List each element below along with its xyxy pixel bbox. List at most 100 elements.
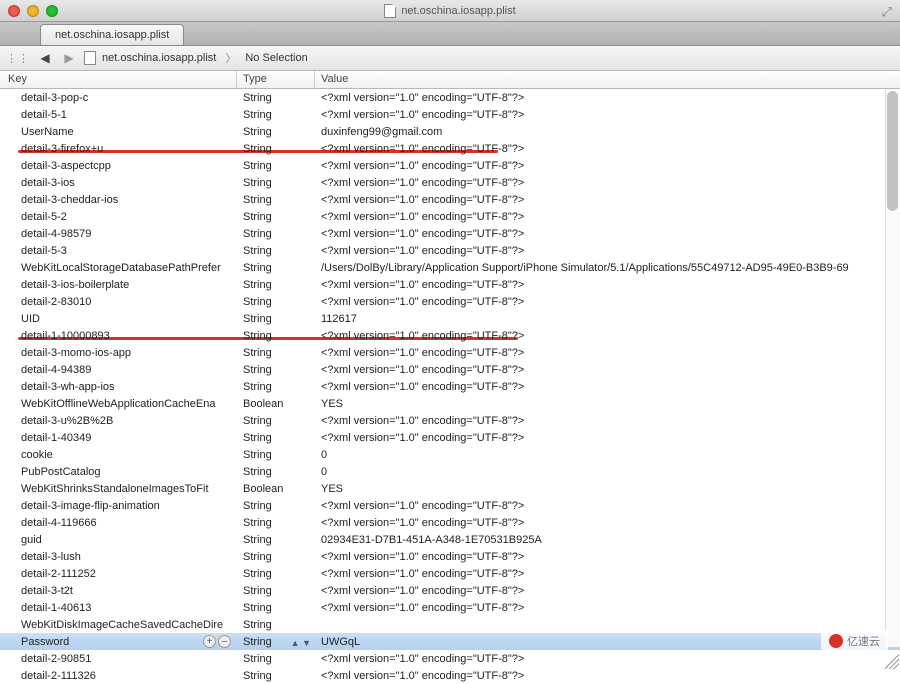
- column-value[interactable]: Value: [315, 71, 900, 88]
- table-row[interactable]: WebKitShrinksStandaloneImagesToFitBoolea…: [0, 480, 900, 497]
- table-row[interactable]: detail-3-image-flip-animationString<?xml…: [0, 497, 900, 514]
- cell-value[interactable]: <?xml version="1.0" encoding="UTF-8"?>: [315, 279, 900, 291]
- cell-type[interactable]: String: [237, 568, 315, 580]
- table-row[interactable]: detail-1-10000893String<?xml version="1.…: [0, 327, 900, 344]
- grip-icon[interactable]: ⋮⋮: [6, 52, 30, 65]
- cell-value[interactable]: <?xml version="1.0" encoding="UTF-8"?>: [315, 500, 900, 512]
- cell-type[interactable]: String: [237, 381, 315, 393]
- table-row[interactable]: detail-3-t2tString<?xml version="1.0" en…: [0, 582, 900, 599]
- cell-type[interactable]: String: [237, 177, 315, 189]
- cell-type[interactable]: String: [237, 313, 315, 325]
- cell-key[interactable]: detail-4-94389: [0, 364, 237, 376]
- table-row[interactable]: detail-4-119666String<?xml version="1.0"…: [0, 514, 900, 531]
- cell-type[interactable]: String: [237, 279, 315, 291]
- cell-key[interactable]: detail-5-1: [0, 109, 237, 121]
- cell-value[interactable]: <?xml version="1.0" encoding="UTF-8"?>: [315, 585, 900, 597]
- cell-value[interactable]: UWGqL: [315, 636, 900, 648]
- expand-icon[interactable]: ⤢: [882, 4, 892, 20]
- cell-key[interactable]: cookie: [0, 449, 237, 461]
- cell-value[interactable]: <?xml version="1.0" encoding="UTF-8"?>: [315, 245, 900, 257]
- table-row[interactable]: detail-1-40613String<?xml version="1.0" …: [0, 599, 900, 616]
- table-row[interactable]: WebKitLocalStorageDatabasePathPreferStri…: [0, 259, 900, 276]
- cell-key[interactable]: WebKitOfflineWebApplicationCacheEna: [0, 398, 237, 410]
- nav-back-icon[interactable]: ◀: [36, 51, 54, 65]
- cell-key[interactable]: UID: [0, 313, 237, 325]
- cell-key[interactable]: detail-4-98579: [0, 228, 237, 240]
- cell-key[interactable]: detail-1-10000893: [0, 330, 237, 342]
- cell-value[interactable]: <?xml version="1.0" encoding="UTF-8"?>: [315, 92, 900, 104]
- table-row[interactable]: detail-4-98579String<?xml version="1.0" …: [0, 225, 900, 242]
- cell-value[interactable]: <?xml version="1.0" encoding="UTF-8"?>: [315, 602, 900, 614]
- cell-value[interactable]: <?xml version="1.0" encoding="UTF-8"?>: [315, 551, 900, 563]
- cell-value[interactable]: <?xml version="1.0" encoding="UTF-8"?>: [315, 517, 900, 529]
- type-stepper-icon[interactable]: ▲ ▼: [291, 638, 311, 648]
- table-row[interactable]: detail-5-2String<?xml version="1.0" enco…: [0, 208, 900, 225]
- cell-value[interactable]: <?xml version="1.0" encoding="UTF-8"?>: [315, 194, 900, 206]
- cell-key[interactable]: WebKitDiskImageCacheSavedCacheDire: [0, 619, 237, 631]
- cell-value[interactable]: duxinfeng99@gmail.com: [315, 126, 900, 138]
- cell-key[interactable]: detail-3-wh-app-ios: [0, 381, 237, 393]
- cell-key[interactable]: detail-3-firefox+u: [0, 143, 237, 155]
- nav-forward-icon[interactable]: ▶: [60, 51, 78, 65]
- cell-key[interactable]: detail-4-119666: [0, 517, 237, 529]
- table-row[interactable]: guidString02934E31-D7B1-451A-A348-1E7053…: [0, 531, 900, 548]
- column-key[interactable]: Key: [0, 71, 237, 88]
- cell-key[interactable]: detail-5-3: [0, 245, 237, 257]
- cell-value[interactable]: 0: [315, 449, 900, 461]
- cell-key[interactable]: guid: [0, 534, 237, 546]
- table-row[interactable]: detail-3-momo-ios-appString<?xml version…: [0, 344, 900, 361]
- cell-type[interactable]: String: [237, 160, 315, 172]
- breadcrumb-file[interactable]: net.oschina.iosapp.plist: [102, 52, 216, 64]
- cell-type[interactable]: String: [237, 466, 315, 478]
- table-row[interactable]: detail-3-cheddar-iosString<?xml version=…: [0, 191, 900, 208]
- cell-type[interactable]: Boolean: [237, 483, 315, 495]
- cell-type[interactable]: String: [237, 585, 315, 597]
- table-row[interactable]: cookieString0: [0, 446, 900, 463]
- cell-value[interactable]: 0: [315, 466, 900, 478]
- table-row[interactable]: detail-3-pop-cString<?xml version="1.0" …: [0, 89, 900, 106]
- cell-type[interactable]: String▲ ▼: [237, 636, 315, 648]
- cell-type[interactable]: String: [237, 432, 315, 444]
- cell-key[interactable]: detail-3-aspectcpp: [0, 160, 237, 172]
- cell-value[interactable]: YES: [315, 398, 900, 410]
- table-row[interactable]: detail-3-ios-boilerplateString<?xml vers…: [0, 276, 900, 293]
- cell-type[interactable]: String: [237, 92, 315, 104]
- table-row[interactable]: detail-3-iosString<?xml version="1.0" en…: [0, 174, 900, 191]
- cell-value[interactable]: <?xml version="1.0" encoding="UTF-8"?>: [315, 177, 900, 189]
- cell-key[interactable]: UserName: [0, 126, 237, 138]
- cell-type[interactable]: Boolean: [237, 398, 315, 410]
- cell-key[interactable]: detail-3-image-flip-animation: [0, 500, 237, 512]
- cell-key[interactable]: detail-2-90851: [0, 653, 237, 665]
- column-type[interactable]: Type: [237, 71, 315, 88]
- cell-value[interactable]: <?xml version="1.0" encoding="UTF-8"?>: [315, 109, 900, 121]
- table-row[interactable]: WebKitOfflineWebApplicationCacheEnaBoole…: [0, 395, 900, 412]
- cell-type[interactable]: String: [237, 296, 315, 308]
- cell-key[interactable]: detail-1-40349: [0, 432, 237, 444]
- cell-value[interactable]: <?xml version="1.0" encoding="UTF-8"?>: [315, 432, 900, 444]
- cell-type[interactable]: String: [237, 262, 315, 274]
- table-row[interactable]: detail-1-40349String<?xml version="1.0" …: [0, 429, 900, 446]
- cell-value[interactable]: <?xml version="1.0" encoding="UTF-8"?>: [315, 211, 900, 223]
- cell-type[interactable]: String: [237, 415, 315, 427]
- table-row[interactable]: detail-3-lushString<?xml version="1.0" e…: [0, 548, 900, 565]
- table-row[interactable]: Password+–String▲ ▼UWGqL: [0, 633, 900, 650]
- cell-type[interactable]: String: [237, 364, 315, 376]
- cell-key[interactable]: detail-2-111326: [0, 670, 237, 682]
- cell-key[interactable]: detail-2-111252: [0, 568, 237, 580]
- cell-value[interactable]: <?xml version="1.0" encoding="UTF-8"?>: [315, 347, 900, 359]
- cell-value[interactable]: <?xml version="1.0" encoding="UTF-8"?>: [315, 228, 900, 240]
- vertical-scrollbar[interactable]: [885, 89, 900, 647]
- cell-key[interactable]: Password+–: [0, 635, 237, 648]
- table-row[interactable]: WebKitDiskImageCacheSavedCacheDireString: [0, 616, 900, 633]
- cell-type[interactable]: String: [237, 211, 315, 223]
- tab-plist[interactable]: net.oschina.iosapp.plist: [40, 24, 184, 45]
- cell-value[interactable]: <?xml version="1.0" encoding="UTF-8"?>: [315, 296, 900, 308]
- cell-type[interactable]: String: [237, 500, 315, 512]
- table-row[interactable]: detail-2-83010String<?xml version="1.0" …: [0, 293, 900, 310]
- cell-value[interactable]: <?xml version="1.0" encoding="UTF-8"?>: [315, 330, 900, 342]
- table-row[interactable]: detail-2-111252String<?xml version="1.0"…: [0, 565, 900, 582]
- cell-type[interactable]: String: [237, 143, 315, 155]
- cell-type[interactable]: String: [237, 619, 315, 631]
- cell-value[interactable]: 02934E31-D7B1-451A-A348-1E70531B925A: [315, 534, 900, 546]
- cell-key[interactable]: detail-1-40613: [0, 602, 237, 614]
